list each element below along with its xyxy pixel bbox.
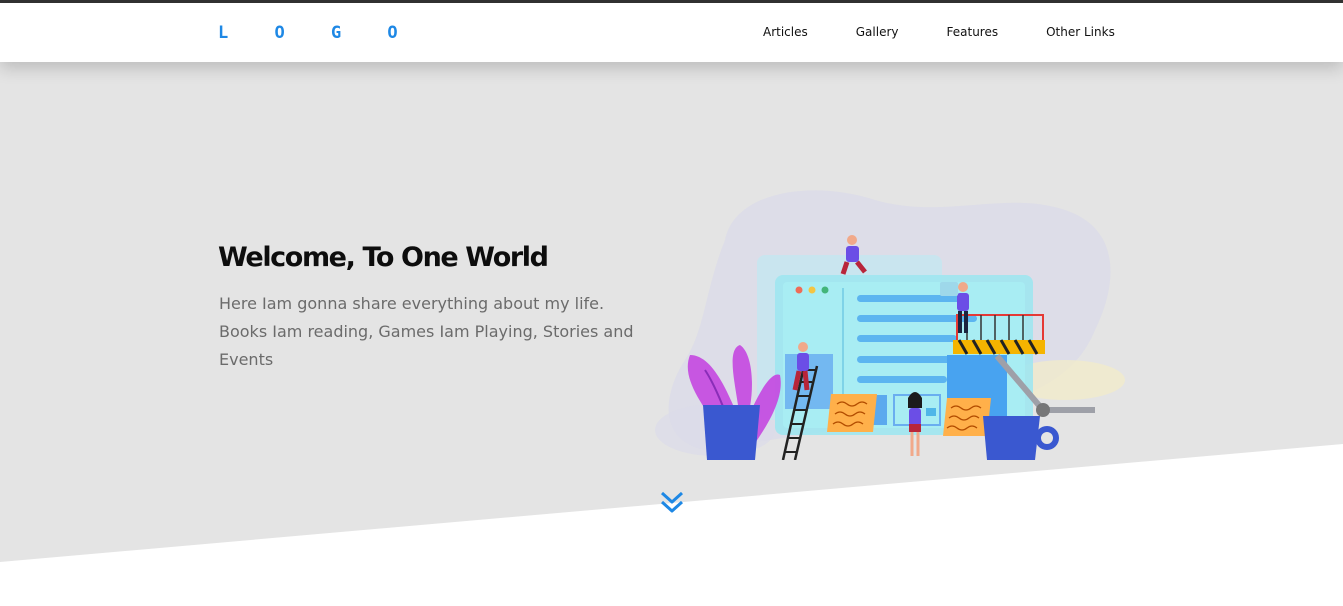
hero-section: Welcome, To One World Here Iam gonna sha… (0, 62, 1343, 606)
main-nav: Articles Gallery Features Other Links (763, 25, 1115, 39)
hero-title: Welcome, To One World (218, 242, 549, 273)
chevron-double-down-icon[interactable] (660, 490, 684, 516)
logo[interactable]: L O G O (218, 23, 416, 43)
nav-link-other-links[interactable]: Other Links (1046, 25, 1115, 39)
web-design-team-illustration (655, 190, 1125, 460)
nav-link-features[interactable]: Features (947, 25, 999, 39)
site-header: L O G O Articles Gallery Features Other … (0, 3, 1343, 62)
nav-link-gallery[interactable]: Gallery (856, 25, 899, 39)
hero-description: Here Iam gonna share everything about my… (219, 294, 634, 369)
nav-link-articles[interactable]: Articles (763, 25, 808, 39)
